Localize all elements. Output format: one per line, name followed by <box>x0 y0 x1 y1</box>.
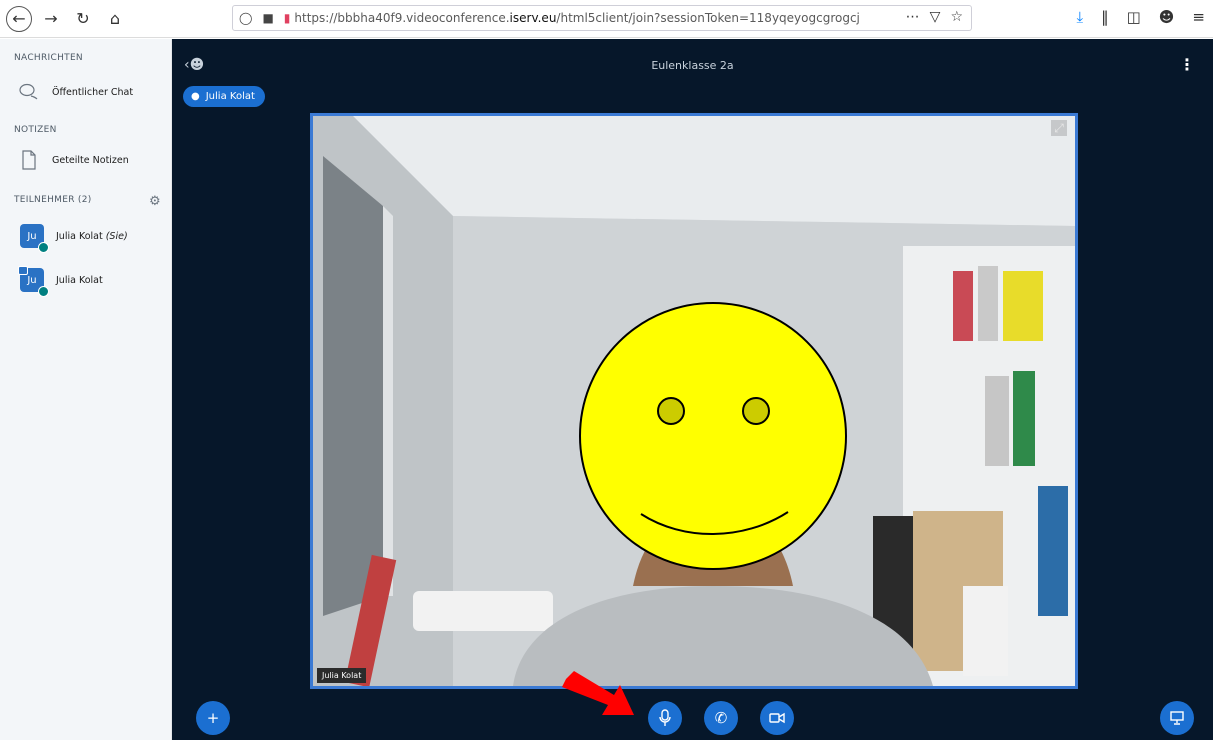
mic-status-icon <box>38 286 49 297</box>
bookmark-star-icon[interactable]: ☆ <box>950 9 963 25</box>
pocket-icon[interactable]: ▽ <box>930 9 941 25</box>
presentation-icon <box>1170 711 1184 725</box>
webcam-video: ⤢ Julia Kolat <box>310 113 1078 689</box>
note-icon <box>18 149 40 171</box>
presenter-icon <box>18 266 28 275</box>
webcam-button[interactable] <box>760 701 794 735</box>
forward-icon[interactable]: → <box>38 6 64 32</box>
audio-phone-button[interactable]: ✆ <box>704 701 738 735</box>
home-icon[interactable]: ⌂ <box>102 6 128 32</box>
presentation-button[interactable] <box>1160 701 1194 735</box>
lock-icon[interactable]: ■ <box>262 11 273 25</box>
participant-name: Julia Kolat (Sie) <box>56 230 128 242</box>
phone-icon: ✆ <box>714 709 728 727</box>
mic-status-icon <box>38 242 49 253</box>
video-scene <box>313 116 1075 686</box>
account-icon[interactable]: ☻ <box>1159 8 1175 26</box>
shield-icon[interactable]: ◯ <box>239 11 252 25</box>
shared-notes-item[interactable]: Geteilte Notizen <box>18 149 129 171</box>
video-user-label: Julia Kolat <box>317 668 367 683</box>
notes-section-title: NOTIZEN <box>14 125 57 135</box>
browser-toolbar: ← → ↻ ⌂ ◯ ■ ▮ https://bbbha40f9.videocon… <box>0 0 1213 38</box>
microphone-icon <box>659 709 671 726</box>
messages-section-title: NACHRICHTEN <box>14 53 83 63</box>
avatar: Ju <box>18 266 49 297</box>
fullscreen-icon[interactable]: ⤢ <box>1051 120 1067 136</box>
participant-row[interactable]: Ju Julia Kolat (Sie) <box>20 224 128 253</box>
reload-icon[interactable]: ↻ <box>70 6 96 32</box>
download-icon[interactable]: ⤓ <box>1076 8 1083 26</box>
meeting-title: Eulenklasse 2a <box>651 59 734 72</box>
participant-row[interactable]: Ju Julia Kolat <box>18 266 103 297</box>
public-chat-label: Öffentlicher Chat <box>52 86 134 98</box>
meeting-area: ‹☻ Eulenklasse 2a ⋮ ● Julia Kolat ⤢ Juli… <box>172 39 1213 740</box>
participants-section-title: TEILNEHMER (2) <box>14 195 92 205</box>
red-arrow-annotation <box>562 671 634 715</box>
mic-icon: ● <box>191 91 200 102</box>
shared-notes-label: Geteilte Notizen <box>52 154 129 166</box>
talking-user-name: Julia Kolat <box>205 91 255 102</box>
public-chat-item[interactable]: Öffentlicher Chat <box>18 81 133 103</box>
microphone-button[interactable] <box>648 701 682 735</box>
plus-icon: + <box>206 709 220 727</box>
camera-permission-icon[interactable]: ▮ <box>284 11 291 25</box>
options-icon[interactable]: ⋮ <box>1179 55 1195 74</box>
menu-icon[interactable]: ≡ <box>1192 8 1205 26</box>
talking-indicator: ● Julia Kolat <box>183 86 265 107</box>
more-icon[interactable]: ⋯ <box>906 9 920 25</box>
camera-icon <box>769 712 785 724</box>
participant-name: Julia Kolat <box>56 274 103 286</box>
sidebar: NACHRICHTEN Öffentlicher Chat NOTIZEN Ge… <box>0 39 172 740</box>
url-bar[interactable]: ◯ ■ ▮ https://bbbha40f9.videoconference.… <box>232 5 972 31</box>
sidebar-icon[interactable]: ◫ <box>1127 8 1141 26</box>
url-text: https://bbbha40f9.videoconference.iserv.… <box>294 11 860 25</box>
gear-icon[interactable]: ⚙ <box>149 194 161 209</box>
actions-button[interactable]: + <box>196 701 230 735</box>
chat-icon <box>18 81 40 103</box>
back-icon[interactable]: ← <box>6 5 32 32</box>
avatar: Ju <box>20 224 49 253</box>
library-icon[interactable]: ‖ <box>1101 8 1109 26</box>
